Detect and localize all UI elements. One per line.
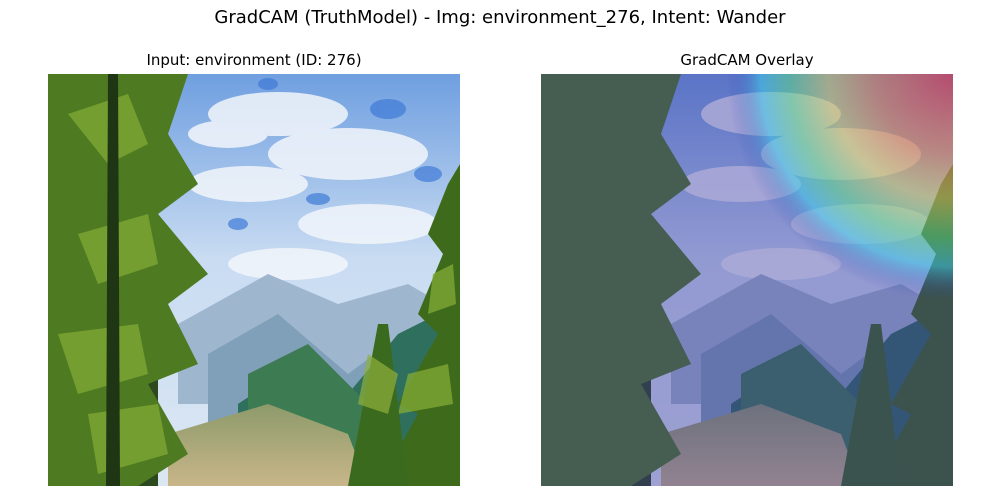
- input-image: [48, 74, 460, 486]
- input-landscape-image: [48, 74, 460, 486]
- input-panel: Input: environment (ID: 276): [48, 48, 460, 488]
- gradcam-overlay-svg: [541, 74, 953, 486]
- gradcam-overlay-image: [541, 74, 953, 486]
- figure-title: GradCAM (TruthModel) - Img: environment_…: [214, 7, 786, 28]
- overlay-panel-title: GradCAM Overlay: [680, 51, 814, 69]
- overlay-panel: GradCAM Overlay: [541, 48, 953, 488]
- input-panel-title: Input: environment (ID: 276): [146, 51, 362, 69]
